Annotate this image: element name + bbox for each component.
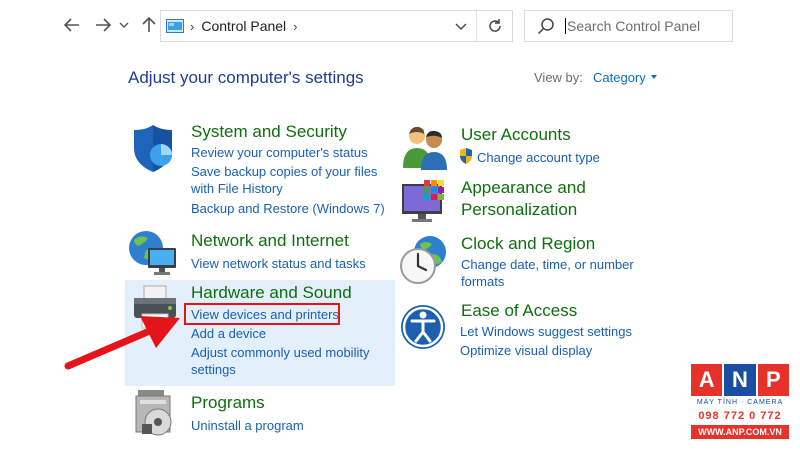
control-panel-icon [166, 19, 184, 33]
link-optimize-visual-display[interactable]: Optimize visual display [460, 342, 592, 359]
view-by-label: View by: [534, 70, 583, 85]
up-button[interactable] [138, 14, 160, 36]
view-by-value: Category [593, 70, 646, 85]
back-button[interactable] [61, 14, 83, 36]
link-save-backup[interactable]: Save backup copies of your files [191, 163, 377, 180]
link-uninstall-program[interactable]: Uninstall a program [191, 417, 304, 434]
recent-locations-button[interactable] [117, 14, 131, 36]
anp-watermark-logo: A N P MÁY TÍNH · CAMERA 098 772 0 772 WW… [691, 364, 789, 440]
anp-phone: 098 772 0 772 [698, 410, 782, 422]
category-user-accounts[interactable]: User Accounts [461, 125, 571, 145]
category-ease-of-access[interactable]: Ease of Access [461, 301, 577, 321]
category-network[interactable]: Network and Internet [191, 231, 349, 251]
category-system-security[interactable]: System and Security [191, 122, 347, 142]
chevron-down-icon [119, 22, 129, 28]
category-hardware-sound[interactable]: Hardware and Sound [191, 283, 352, 303]
anp-letter-n: N [724, 364, 756, 396]
forward-button[interactable] [92, 14, 114, 36]
link-windows-suggest-settings[interactable]: Let Windows suggest settings [460, 323, 632, 340]
network-globe-icon [129, 231, 176, 275]
red-arrow-annotation-icon [64, 316, 180, 370]
link-mobility-settings-cont[interactable]: settings [191, 361, 236, 378]
anp-letter-p: P [757, 364, 789, 396]
highlight-annotation-box [184, 303, 340, 325]
anp-letters: A N P [691, 364, 789, 396]
arrow-up-icon [142, 17, 156, 32]
address-bar[interactable]: › Control Panel › [160, 10, 513, 42]
search-box[interactable] [524, 10, 733, 42]
link-change-date-time[interactable]: Change date, time, or number [461, 256, 634, 273]
breadcrumb-control-panel[interactable]: Control Panel [201, 18, 286, 34]
link-backup-restore[interactable]: Backup and Restore (Windows 7) [191, 200, 385, 217]
refresh-icon [488, 19, 501, 32]
link-add-device[interactable]: Add a device [191, 325, 266, 342]
search-icon [537, 18, 554, 35]
shield-icon [134, 125, 172, 172]
view-by-dropdown[interactable]: Category [593, 70, 657, 85]
breadcrumb-separator: › [190, 18, 195, 34]
arrow-left-icon [64, 18, 79, 32]
text-cursor [565, 18, 566, 34]
uac-shield-icon [460, 148, 472, 164]
category-appearance[interactable]: Appearance and [461, 178, 586, 198]
address-toolbar: › Control Panel › [0, 0, 800, 52]
category-clock-region[interactable]: Clock and Region [461, 234, 595, 254]
search-input[interactable] [567, 18, 727, 34]
link-mobility-settings[interactable]: Adjust commonly used mobility [191, 344, 369, 361]
category-personalization[interactable]: Personalization [461, 200, 577, 220]
anp-website: WWW.ANP.COM.VN [691, 425, 789, 439]
appearance-monitor-icon [402, 180, 444, 222]
ease-of-access-icon [401, 305, 445, 349]
link-network-status[interactable]: View network status and tasks [191, 255, 366, 272]
dropdown-arrow-icon [650, 74, 657, 79]
category-programs[interactable]: Programs [191, 393, 265, 413]
link-review-status[interactable]: Review your computer's status [191, 144, 368, 161]
link-save-backup-cont[interactable]: with File History [191, 180, 283, 197]
programs-disc-icon [135, 390, 172, 436]
users-icon [403, 126, 447, 170]
page-title: Adjust your computer's settings [128, 68, 364, 87]
anp-subtitle: MÁY TÍNH · CAMERA [696, 399, 784, 406]
clock-globe-icon [400, 236, 446, 284]
arrow-right-icon [96, 18, 111, 32]
link-change-account-type[interactable]: Change account type [477, 149, 600, 166]
anp-letter-a: A [691, 364, 723, 396]
chevron-down-icon[interactable] [454, 19, 468, 33]
link-change-date-time-cont[interactable]: formats [461, 273, 504, 290]
refresh-button[interactable] [476, 11, 512, 41]
breadcrumb-separator[interactable]: › [293, 19, 297, 34]
